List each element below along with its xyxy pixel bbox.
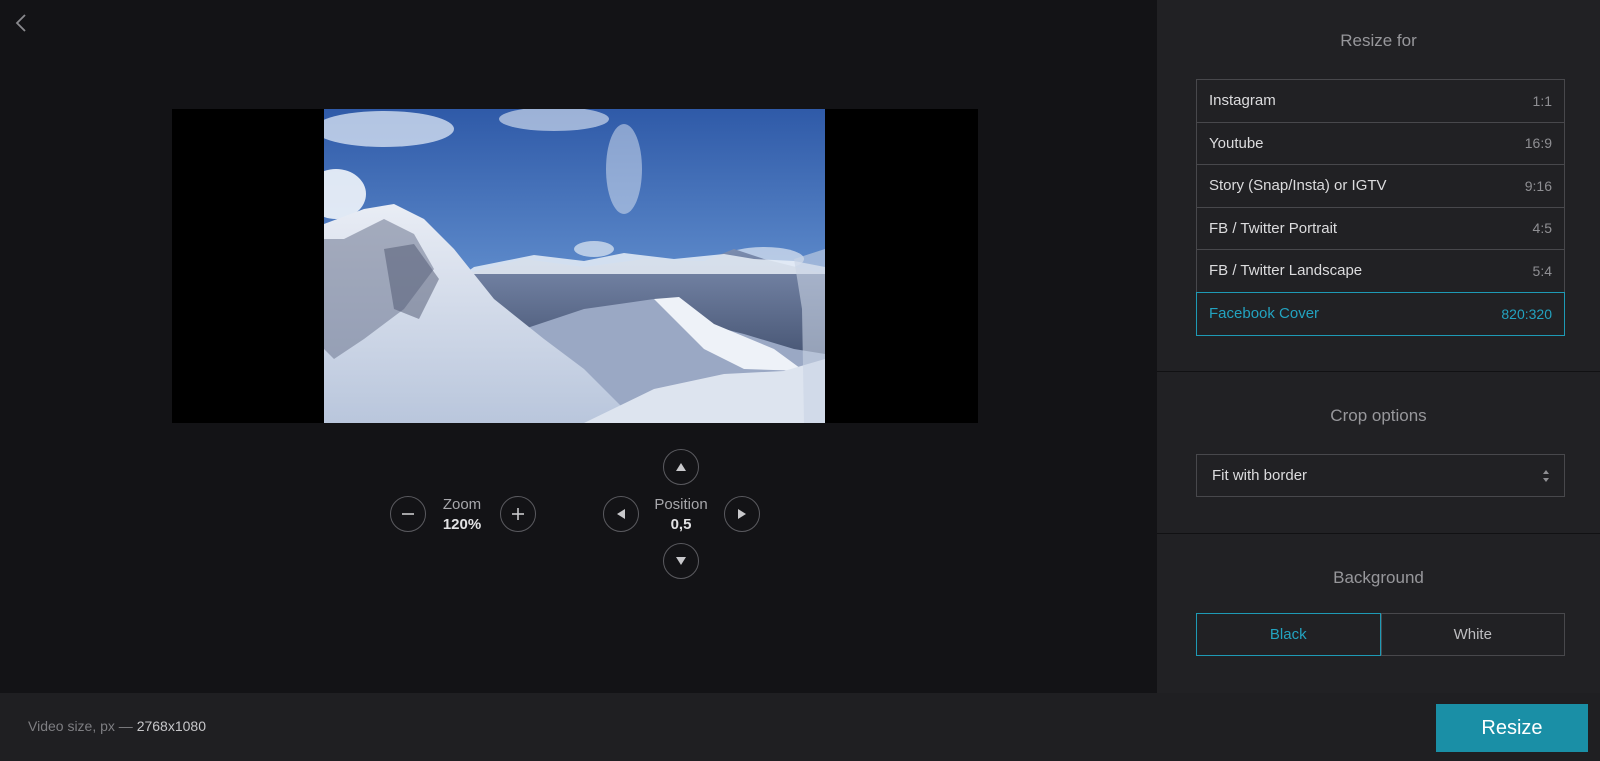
back-button[interactable]	[10, 12, 32, 34]
preset-name: Instagram	[1209, 92, 1276, 110]
video-size-info: Video size, px — 2768x1080	[28, 718, 206, 734]
position-value: 0,5	[670, 516, 692, 533]
preset-ratio: 16:9	[1524, 135, 1552, 152]
footer-bar: Video size, px — 2768x1080 Resize	[0, 693, 1600, 761]
crop-options-value: Fit with border	[1212, 467, 1308, 484]
preset-instagram[interactable]: Instagram 1:1	[1197, 80, 1564, 123]
video-frame	[324, 109, 825, 423]
background-toggle: Black White	[1196, 613, 1565, 656]
background-title: Background	[1333, 568, 1424, 587]
crop-options-title: Crop options	[1330, 406, 1427, 425]
preset-list: Instagram 1:1 Youtube 16:9 Story (Snap/I…	[1196, 79, 1565, 336]
select-arrows-icon	[1542, 469, 1550, 483]
preset-ratio: 4:5	[1532, 220, 1552, 237]
settings-sidebar: Resize for Instagram 1:1 Youtube 16:9 St…	[1157, 0, 1600, 693]
mountain-image	[324, 109, 825, 423]
preset-ratio: 9:16	[1524, 177, 1552, 194]
preset-name: Story (Snap/Insta) or IGTV	[1209, 177, 1387, 195]
preset-facebook-cover[interactable]: Facebook Cover 820:320	[1196, 291, 1565, 336]
video-size-label: Video size, px —	[28, 718, 133, 734]
video-size-value: 2768x1080	[136, 718, 206, 734]
move-right-button[interactable]	[724, 496, 760, 532]
position-label: Position	[654, 496, 708, 513]
video-preview[interactable]	[172, 109, 978, 423]
preset-youtube[interactable]: Youtube 16:9	[1197, 123, 1564, 165]
zoom-in-button[interactable]	[500, 496, 536, 532]
preset-name: Facebook Cover	[1209, 305, 1320, 323]
preset-ratio: 820:320	[1501, 305, 1552, 322]
preset-ratio: 1:1	[1532, 92, 1552, 109]
preset-fb-twitter-landscape[interactable]: FB / Twitter Landscape 5:4	[1197, 250, 1564, 293]
preset-story[interactable]: Story (Snap/Insta) or IGTV 9:16	[1197, 165, 1564, 208]
resize-for-title: Resize for	[1340, 31, 1417, 50]
triangle-left-icon	[617, 509, 625, 519]
resize-button[interactable]: Resize	[1436, 704, 1588, 752]
move-down-button[interactable]	[663, 543, 699, 579]
preset-ratio: 5:4	[1532, 262, 1552, 279]
plus-icon	[512, 508, 524, 520]
zoom-value: 120%	[442, 516, 482, 533]
zoom-label: Zoom	[442, 496, 482, 513]
triangle-down-icon	[676, 557, 686, 565]
triangle-right-icon	[738, 509, 746, 519]
chevron-left-icon	[15, 14, 26, 32]
editor-area: Zoom 120% Position 0,5	[0, 0, 1157, 693]
move-up-button[interactable]	[663, 449, 699, 485]
preset-name: FB / Twitter Portrait	[1209, 219, 1338, 237]
background-white-option[interactable]: White	[1380, 613, 1565, 656]
section-divider	[1157, 533, 1600, 534]
section-divider	[1157, 371, 1600, 372]
triangle-up-icon	[676, 463, 686, 471]
preset-name: FB / Twitter Landscape	[1209, 262, 1363, 280]
background-black-option[interactable]: Black	[1196, 613, 1381, 656]
preset-fb-twitter-portrait[interactable]: FB / Twitter Portrait 4:5	[1197, 208, 1564, 250]
crop-options-select[interactable]: Fit with border	[1196, 454, 1565, 497]
preset-name: Youtube	[1209, 134, 1264, 152]
